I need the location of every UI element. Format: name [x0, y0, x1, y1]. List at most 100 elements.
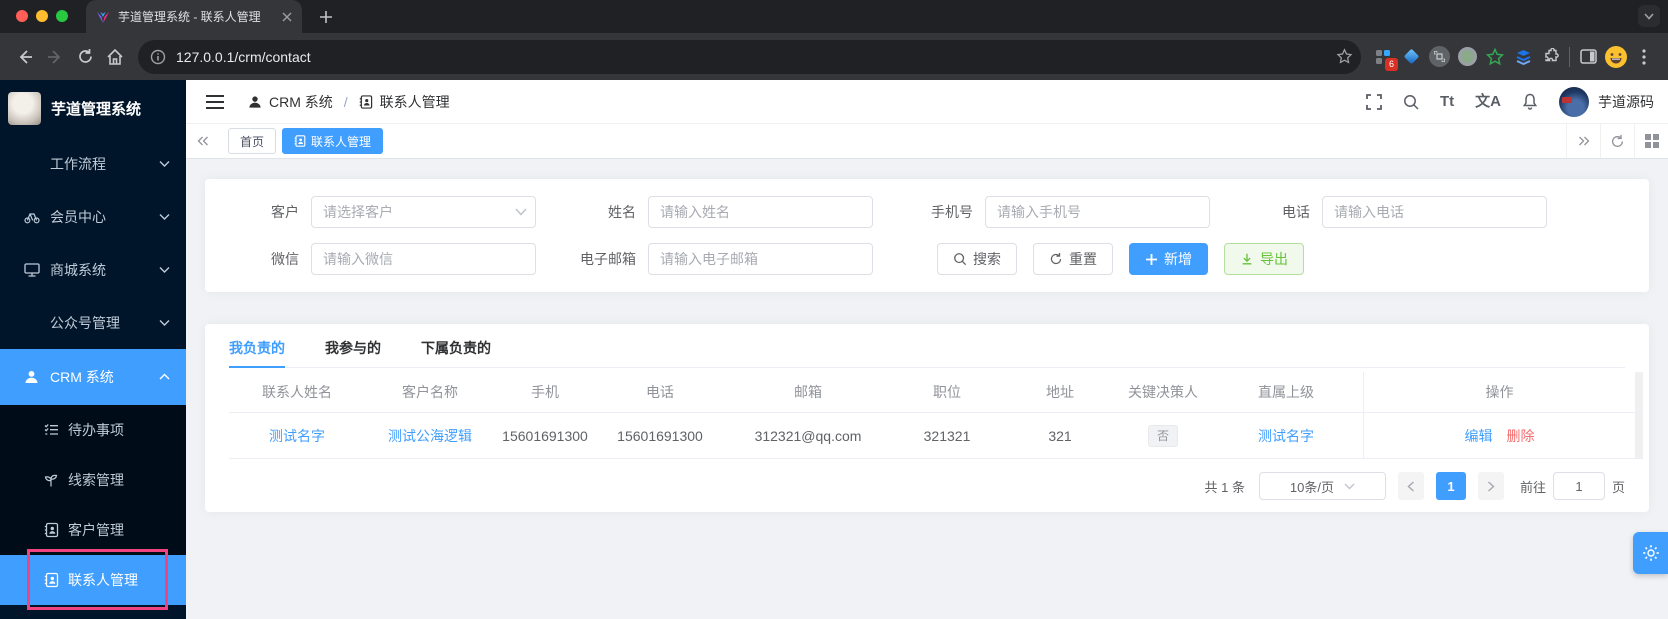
sidebar-item-label: 会员中心 — [50, 208, 106, 225]
monitor-icon — [24, 262, 40, 277]
browser-menu-icon[interactable] — [1630, 43, 1658, 71]
contact-name-link[interactable]: 测试名字 — [269, 426, 325, 446]
forward-icon[interactable] — [40, 42, 70, 72]
app-logo[interactable]: 芋道管理系统 — [0, 80, 186, 129]
mobile-input[interactable] — [985, 196, 1210, 228]
table-card: 我负责的 我参与的 下属负责的 联系人姓名 客户名称 手机 电话 邮箱 职位 地… — [205, 324, 1649, 512]
tab-participated[interactable]: 我参与的 — [325, 338, 381, 367]
extension-tampermonkey-icon[interactable]: 6 — [1369, 43, 1398, 71]
edit-link[interactable]: 编辑 — [1465, 426, 1493, 446]
tag-home[interactable]: 首页 — [228, 128, 277, 154]
pagination: 共 1 条 10条/页 1 前往 1 页 — [229, 472, 1625, 500]
sidebar-item-customer[interactable]: 客户管理 — [0, 505, 186, 555]
home-icon[interactable] — [100, 42, 130, 72]
site-info-icon[interactable] — [150, 49, 166, 65]
export-button[interactable]: 导出 — [1224, 243, 1304, 275]
profile-avatar[interactable] — [1602, 43, 1630, 71]
user-menu[interactable]: 芋道源码 — [1559, 86, 1654, 117]
customer-select[interactable] — [311, 196, 536, 228]
add-button-label: 新增 — [1164, 251, 1192, 267]
language-icon[interactable]: 文A — [1475, 94, 1501, 109]
extension-layers-icon[interactable] — [1509, 43, 1537, 71]
sidebar-item-official-account[interactable]: 公众号管理 — [0, 296, 186, 349]
sidebar-item-contact[interactable]: 联系人管理 — [0, 555, 186, 605]
refresh-page-icon[interactable] — [1600, 124, 1634, 158]
search-button[interactable]: 搜索 — [937, 243, 1017, 275]
breadcrumb-separator: / — [343, 93, 348, 110]
breadcrumb: CRM 系统 / 联系人管理 — [248, 92, 450, 112]
telephone-input[interactable] — [1322, 196, 1547, 228]
minimize-window-button[interactable] — [36, 10, 48, 22]
export-button-label: 导出 — [1260, 251, 1288, 267]
extensions-puzzle-icon[interactable] — [1537, 43, 1565, 71]
table-header-row: 联系人姓名 客户名称 手机 电话 邮箱 职位 地址 关键决策人 直属上级 操作 — [229, 372, 1643, 413]
next-page-button[interactable] — [1477, 472, 1504, 500]
filter-item-email: 电子邮箱 — [566, 243, 873, 275]
page-size-select[interactable]: 10条/页 — [1258, 472, 1386, 500]
table-row: 测试名字 测试公海逻辑 15601691300 15601691300 3123… — [229, 413, 1643, 459]
goto-page: 前往 页 — [1520, 472, 1625, 500]
col-header: 电话 — [646, 384, 674, 400]
browser-tab[interactable]: 芋道管理系统 - 联系人管理 — [86, 0, 302, 33]
reset-button[interactable]: 重置 — [1033, 243, 1113, 275]
goto-page-input[interactable] — [1552, 472, 1605, 500]
collapse-menu-icon[interactable] — [200, 87, 230, 117]
address-bar[interactable]: 127.0.0.1/crm/contact — [138, 39, 1361, 74]
email-input[interactable] — [648, 243, 873, 275]
search-icon[interactable] — [1403, 94, 1419, 110]
tags-view-bar: 首页 联系人管理 — [186, 124, 1668, 159]
theme-settings-button[interactable] — [1633, 532, 1668, 574]
tag-contact[interactable]: 联系人管理 — [282, 128, 384, 154]
contacts-table: 联系人姓名 客户名称 手机 电话 邮箱 职位 地址 关键决策人 直属上级 操作 — [229, 372, 1643, 459]
sidebar-item-crm-system[interactable]: CRM 系统 — [0, 349, 186, 405]
app-navbar: CRM 系统 / 联系人管理 Tt 文A 芋道源码 — [186, 80, 1668, 124]
extension-green-circle-icon[interactable] — [1453, 43, 1481, 71]
page-size-value: 10条/页 — [1289, 479, 1334, 495]
parent-contact-link[interactable]: 测试名字 — [1258, 426, 1314, 446]
page-number-button[interactable]: 1 — [1435, 472, 1466, 500]
field-label: 电子邮箱 — [580, 251, 636, 267]
bookmark-star-icon[interactable] — [1336, 48, 1353, 65]
side-panel-icon[interactable] — [1574, 43, 1602, 71]
sidebar-submenu-crm: 待办事项 线索管理 客户管理 联系人管理 — [0, 405, 186, 605]
customer-name-link[interactable]: 测试公海逻辑 — [388, 426, 472, 446]
chevron-down-icon — [159, 319, 170, 326]
delete-link[interactable]: 删除 — [1507, 426, 1535, 446]
sidebar-item-member-center[interactable]: 会员中心 — [0, 190, 186, 243]
bell-icon[interactable] — [1522, 93, 1538, 110]
name-input[interactable] — [648, 196, 873, 228]
fullscreen-icon[interactable] — [1366, 93, 1382, 110]
sidebar-item-mall-system[interactable]: 商城系统 — [0, 243, 186, 296]
close-tab-icon[interactable] — [282, 12, 292, 22]
extension-star-icon[interactable] — [1481, 43, 1509, 71]
window-controls — [16, 10, 68, 22]
tab-subordinate[interactable]: 下属负责的 — [421, 338, 491, 367]
username: 芋道源码 — [1598, 93, 1654, 110]
post-cell: 321321 — [923, 427, 971, 444]
field-label: 电话 — [1282, 204, 1310, 220]
sidebar-item-label: 商城系统 — [50, 261, 106, 278]
wechat-input[interactable] — [311, 243, 536, 275]
scroll-tags-left-icon[interactable] — [186, 124, 220, 158]
tab-search-button[interactable] — [1638, 5, 1660, 27]
extension-diamond-icon[interactable] — [1397, 43, 1425, 71]
tab-mine[interactable]: 我负责的 — [229, 338, 285, 368]
breadcrumb-parent[interactable]: CRM 系统 — [269, 92, 333, 112]
zoom-window-button[interactable] — [56, 10, 68, 22]
prev-page-button[interactable] — [1397, 472, 1424, 500]
close-window-button[interactable] — [16, 10, 28, 22]
sidebar-item-workflow[interactable]: 工作流程 — [0, 137, 186, 190]
layout-grid-icon[interactable] — [1634, 124, 1668, 158]
scroll-tags-right-icon[interactable] — [1566, 124, 1600, 158]
extension-gray-circle-icon[interactable] — [1425, 43, 1453, 71]
font-size-icon[interactable]: Tt — [1440, 94, 1454, 109]
sidebar-item-todo[interactable]: 待办事项 — [0, 405, 186, 455]
clue-icon — [44, 473, 58, 488]
new-tab-button[interactable] — [314, 5, 338, 29]
reload-icon[interactable] — [70, 42, 100, 72]
sidebar-item-clue[interactable]: 线索管理 — [0, 455, 186, 505]
add-button[interactable]: 新增 — [1129, 243, 1208, 275]
todo-list-icon — [44, 424, 59, 437]
back-icon[interactable] — [10, 42, 40, 72]
goto-label: 前往 — [1519, 479, 1546, 495]
